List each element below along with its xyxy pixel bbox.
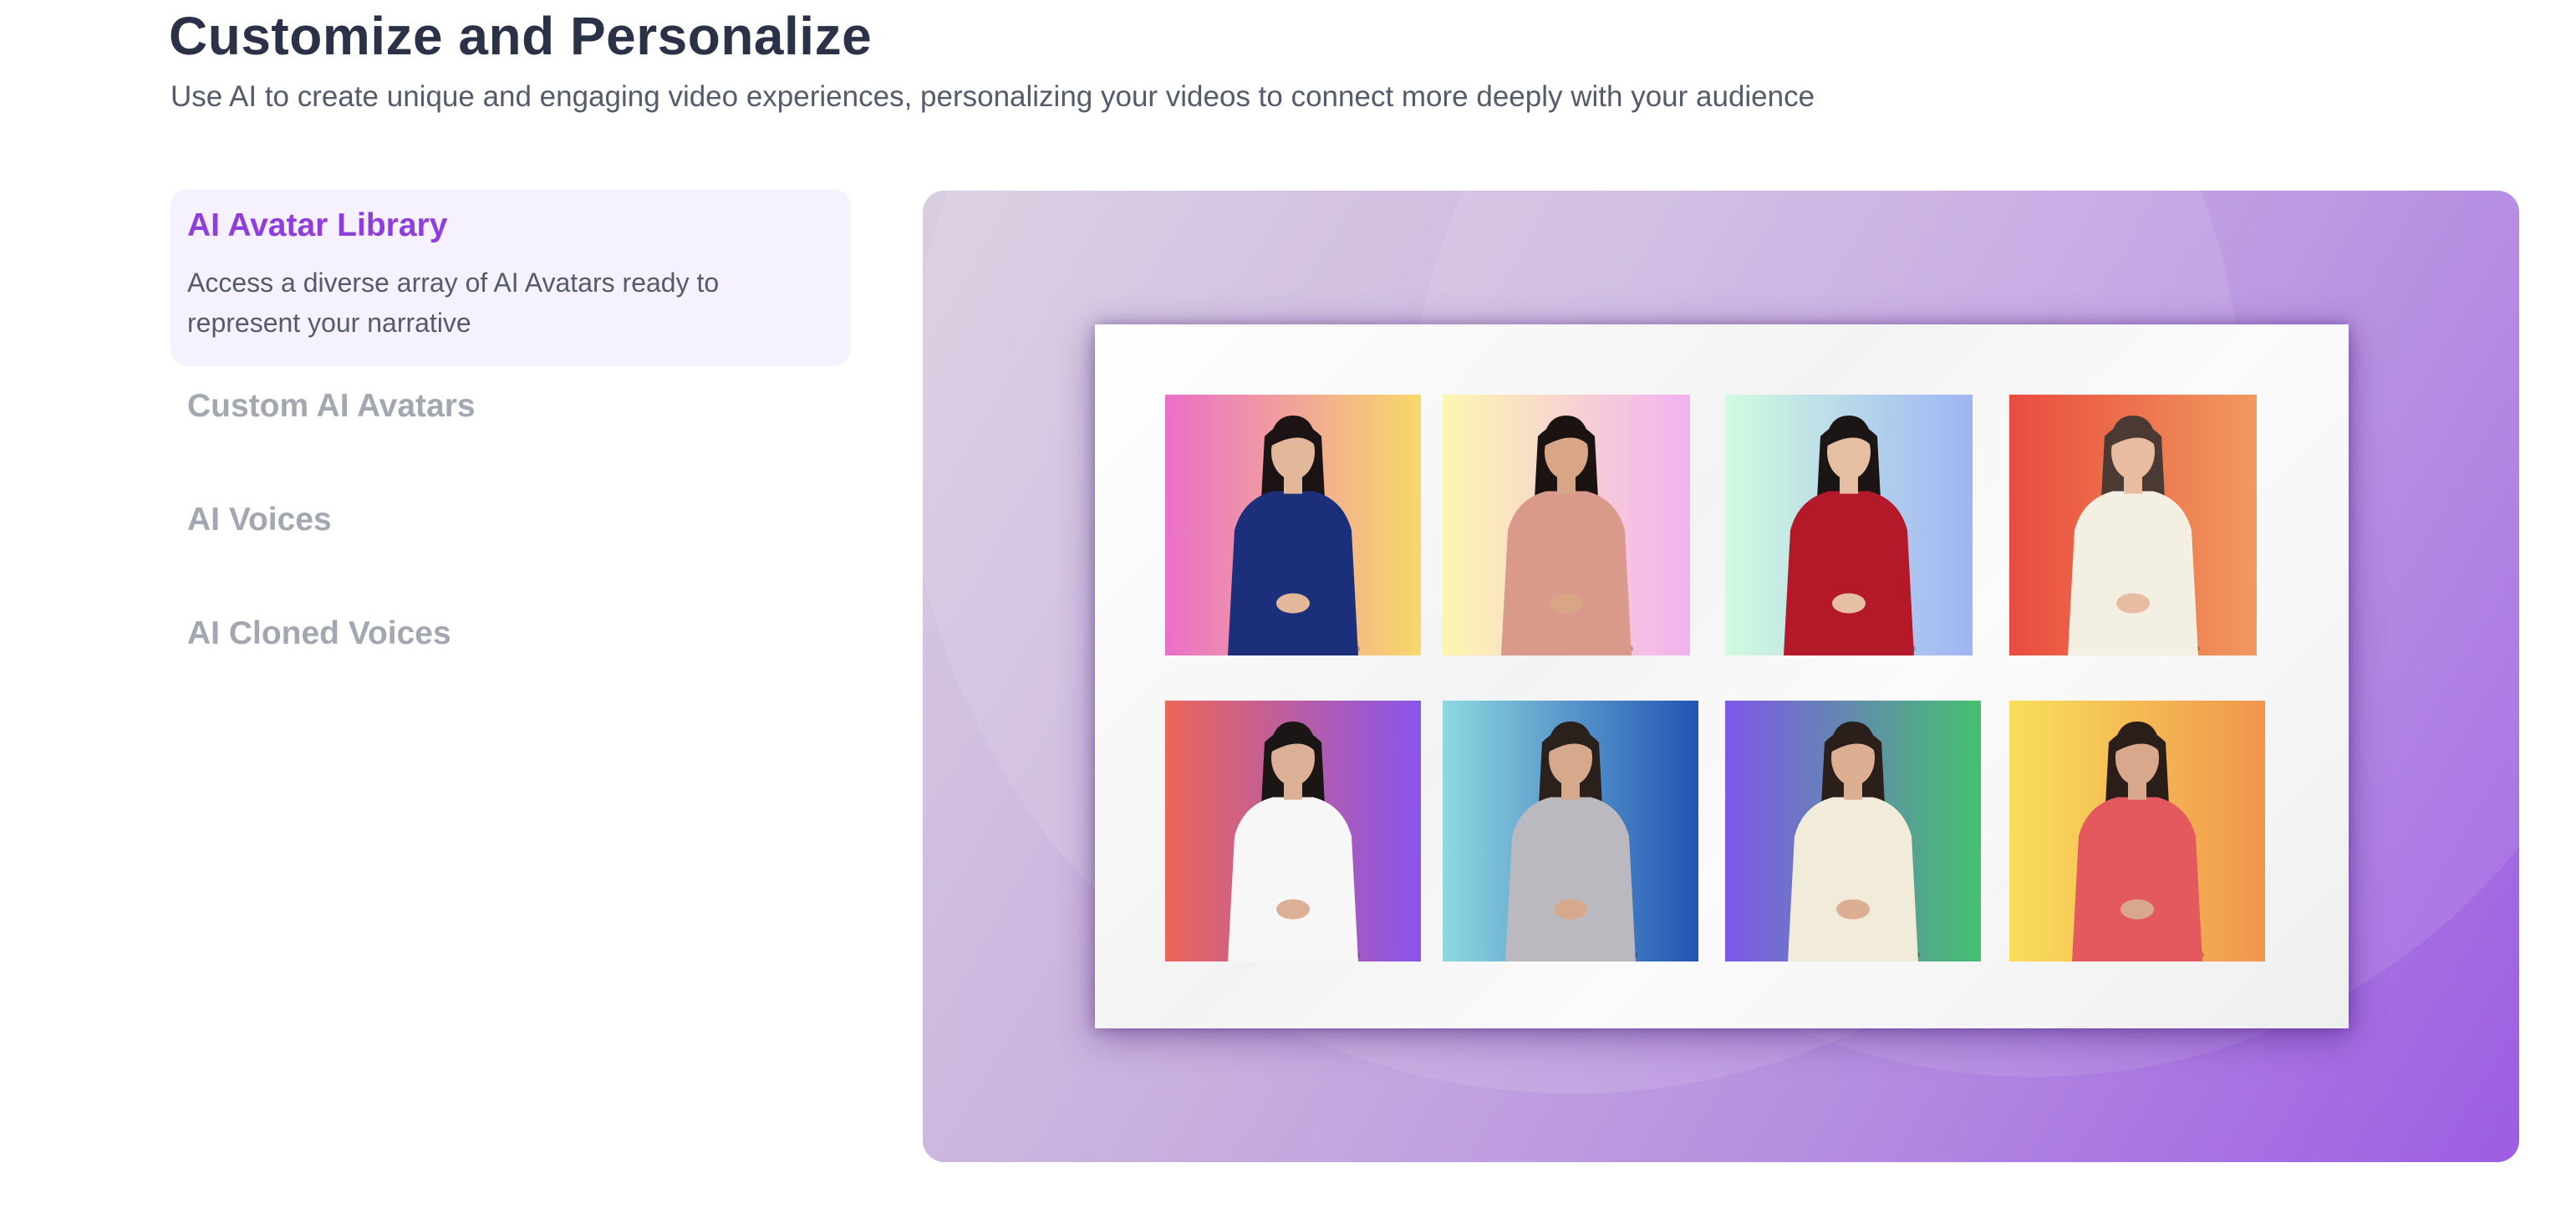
avatar-figure bbox=[1228, 721, 1360, 961]
tab-label: AI Avatar Library bbox=[187, 207, 448, 243]
avatar-tile bbox=[2009, 701, 2265, 961]
avatar-tile bbox=[1443, 701, 1698, 961]
tab-ai-cloned-voices[interactable]: AI Cloned Voices bbox=[171, 594, 851, 707]
avatar-figure bbox=[1505, 721, 1637, 961]
avatar-tile bbox=[1443, 395, 1690, 655]
avatar-figure bbox=[2068, 415, 2200, 655]
avatar-figure bbox=[1228, 415, 1360, 655]
avatar-figure bbox=[1501, 415, 1633, 655]
avatar-tile bbox=[1725, 395, 1973, 655]
avatar-tile bbox=[1165, 395, 1421, 655]
avatar-tile bbox=[2009, 395, 2257, 655]
page-subtitle: Use AI to create unique and engaging vid… bbox=[171, 80, 1815, 113]
page-title: Customize and Personalize bbox=[169, 6, 873, 66]
avatar-library-board bbox=[1095, 324, 2349, 1028]
feature-preview bbox=[923, 191, 2519, 1162]
tab-label: Custom AI Avatars bbox=[187, 388, 476, 424]
avatar-tile bbox=[1165, 701, 1421, 961]
tab-label: AI Cloned Voices bbox=[187, 615, 451, 651]
tab-ai-voices[interactable]: AI Voices bbox=[171, 480, 851, 594]
avatar-figure bbox=[2072, 721, 2204, 961]
avatar-figure bbox=[1784, 415, 1916, 655]
tab-description: Access a diverse array of AI Avatars rea… bbox=[187, 268, 720, 338]
section: Customize and Personalize Use AI to crea… bbox=[0, 0, 2576, 1224]
tab-custom-ai-avatars[interactable]: Custom AI Avatars bbox=[171, 366, 851, 480]
tab-label: AI Voices bbox=[187, 502, 332, 538]
avatar-tile bbox=[1725, 701, 1981, 961]
avatar-figure bbox=[1788, 721, 1920, 961]
tab-ai-avatar-library[interactable]: AI Avatar Library Access a diverse array… bbox=[171, 189, 851, 366]
feature-tabs: AI Avatar Library Access a diverse array… bbox=[171, 189, 851, 707]
